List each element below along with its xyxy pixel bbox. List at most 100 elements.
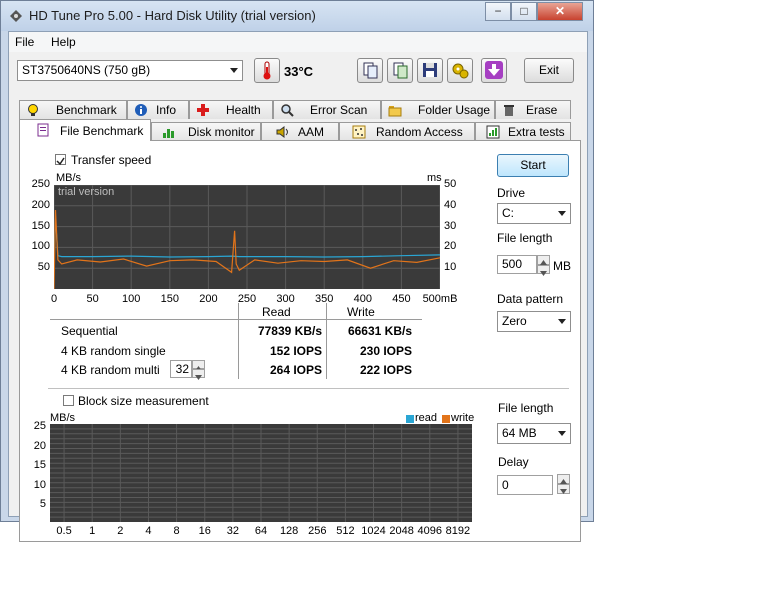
block-size-checkbox[interactable] <box>63 395 74 406</box>
write-value: 66631 KB/s <box>347 324 412 338</box>
queue-depth-down[interactable] <box>192 369 205 380</box>
menu-help[interactable]: Help <box>51 35 76 49</box>
tab-file-benchmark[interactable]: File Benchmark <box>19 119 151 141</box>
y2-tick-label: 10 <box>444 261 457 274</box>
save-button[interactable] <box>417 58 443 83</box>
extra-tests-icon <box>486 125 500 139</box>
block-y-tick-label: 10 <box>33 478 46 491</box>
file-length-up[interactable] <box>537 255 550 265</box>
drive-select[interactable]: C: <box>497 203 571 224</box>
drive-select-value: C: <box>502 206 514 220</box>
tab-label: Random Access <box>376 125 463 139</box>
read-value: 77839 KB/s <box>257 324 322 338</box>
tab-erase[interactable]: Erase <box>495 100 571 119</box>
tab-info[interactable]: Info <box>127 100 189 119</box>
minimize-button[interactable]: − <box>485 2 511 21</box>
x-tick-label: 300 <box>276 293 295 305</box>
start-button-label: Start <box>520 158 546 172</box>
read-legend-swatch <box>406 415 414 423</box>
start-button[interactable]: Start <box>497 154 569 177</box>
y-unit-left: MB/s <box>56 172 82 184</box>
tab-label: Folder Usage <box>418 103 491 117</box>
x-tick-label: 200 <box>199 293 218 305</box>
queue-depth-input[interactable]: 32 <box>170 360 192 378</box>
delay-input[interactable]: 0 <box>497 475 553 495</box>
checkmark-icon <box>56 157 65 166</box>
menu-bar: File Help <box>9 32 587 52</box>
chevron-down-icon <box>558 431 566 436</box>
tab-folder-usage[interactable]: Folder Usage <box>381 100 495 119</box>
tab-disk-monitor[interactable]: Disk monitor <box>151 122 261 141</box>
info-icon <box>135 104 147 116</box>
tab-label: Erase <box>526 103 558 117</box>
file-length-input[interactable]: 500 <box>497 255 537 274</box>
trash-icon <box>504 105 514 116</box>
x-tick-label: 500mB <box>422 293 458 305</box>
block-file-length-select[interactable]: 64 MB <box>497 423 571 444</box>
thermometer-icon <box>263 61 271 80</box>
write-value: 230 IOPS <box>359 344 412 358</box>
maximize-icon: □ <box>520 4 528 18</box>
y-tick-label: 150 <box>31 219 50 232</box>
table-divider <box>50 319 422 320</box>
tab-label: Benchmark <box>56 103 117 117</box>
block-file-length-value: 64 MB <box>502 426 537 440</box>
read-legend-label: read <box>415 412 438 424</box>
delay-up[interactable] <box>557 474 570 484</box>
copy-info-button[interactable] <box>357 58 383 83</box>
transfer-speed-checkbox[interactable] <box>55 154 66 166</box>
y-tick-label: 200 <box>31 198 50 211</box>
tab-random-access[interactable]: Random Access <box>339 122 475 141</box>
x-tick-label: 450 <box>392 293 411 305</box>
delay-down[interactable] <box>557 484 570 494</box>
block-y-tick-label: 15 <box>33 459 46 472</box>
menu-file[interactable]: File <box>15 35 34 49</box>
drive-label: Drive <box>497 186 526 200</box>
tab-health[interactable]: Health <box>189 100 273 119</box>
speaker-icon <box>276 126 288 138</box>
lightbulb-icon <box>28 104 38 116</box>
block-size-chart <box>50 424 472 522</box>
options-button[interactable] <box>447 58 473 83</box>
temperature-button[interactable] <box>254 58 280 83</box>
data-pattern-label: Data pattern <box>497 292 564 306</box>
file-length-value: 500 <box>502 257 523 271</box>
maximize-button[interactable]: □ <box>511 2 537 21</box>
window-title: HD Tune Pro 5.00 - Hard Disk Utility (tr… <box>29 8 316 23</box>
download-button[interactable] <box>481 58 507 83</box>
close-icon: ✕ <box>554 4 566 18</box>
copy-all-button[interactable] <box>387 58 413 83</box>
app-window: HD Tune Pro 5.00 - Hard Disk Utility (tr… <box>0 0 594 542</box>
transfer-speed-label: Transfer speed <box>71 153 152 167</box>
file-benchmark-panel: Transfer speed MB/s ms trial version Rea… <box>19 140 581 542</box>
block-x-tick-label: 8192 <box>445 525 471 537</box>
minimize-icon: − <box>494 4 502 18</box>
bar-chart-icon <box>163 129 174 138</box>
exit-button-label: Exit <box>538 63 559 77</box>
y-tick-label: 250 <box>31 178 50 190</box>
block-y-tick-label: 20 <box>33 439 46 452</box>
trial-watermark: trial version <box>58 186 115 198</box>
tab-label: Info <box>156 103 177 117</box>
x-tick-label: 100 <box>122 293 141 305</box>
file-length-down[interactable] <box>537 265 550 276</box>
tab-extra-tests[interactable]: Extra tests <box>475 122 571 141</box>
close-button[interactable]: ✕ <box>537 2 583 21</box>
tab-aam[interactable]: AAM <box>261 122 339 141</box>
tab-error-scan[interactable]: Error Scan <box>273 100 381 119</box>
y-tick-label: 100 <box>31 240 50 253</box>
disk-select[interactable]: ST3750640NS (750 gB) <box>17 60 243 81</box>
write-value: 222 IOPS <box>359 363 412 377</box>
title-bar[interactable]: HD Tune Pro 5.00 - Hard Disk Utility (tr… <box>1 1 593 31</box>
write-legend-label: write <box>451 412 475 424</box>
temperature-readout: 33°C <box>284 64 314 79</box>
exit-button[interactable]: Exit <box>524 58 574 83</box>
y2-tick-label: 30 <box>444 219 457 232</box>
gears-icon <box>452 63 469 79</box>
down-arrow-icon <box>485 61 503 79</box>
queue-depth-up[interactable] <box>192 360 205 371</box>
copy-all-icon <box>393 62 408 79</box>
data-pattern-select[interactable]: Zero <box>497 311 571 332</box>
tab-label: Health <box>226 103 261 117</box>
tab-benchmark[interactable]: Benchmark <box>19 100 127 119</box>
